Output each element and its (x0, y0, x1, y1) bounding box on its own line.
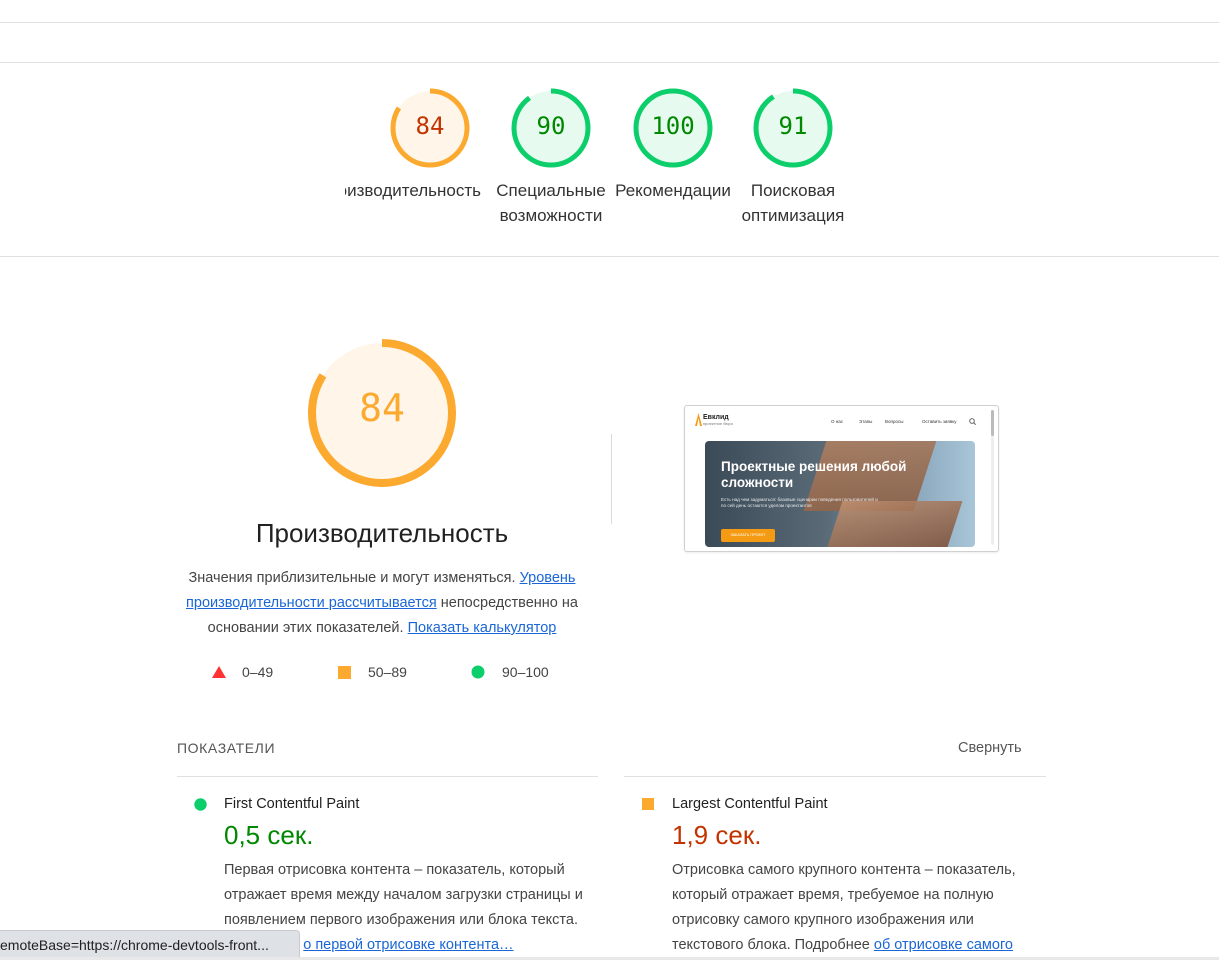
status-bar-url: emoteBase=https://chrome-devtools-front.… (0, 930, 300, 960)
metric-name-lcp: Largest Contentful Paint (672, 796, 828, 812)
metric-name-fcp: First Contentful Paint (224, 796, 360, 812)
legend-average: 50–89 (338, 664, 407, 680)
square-icon (642, 798, 654, 810)
gauge-label: Рекомендации (615, 181, 731, 200)
gauges-bottom-divider (0, 256, 1219, 257)
performance-gauge-large: 84 (305, 336, 459, 490)
gauge-score: 90 (536, 112, 566, 140)
screenshot-nav-item: Вопросы (885, 419, 904, 424)
gauge-label: Поисковая оптимизация (741, 181, 845, 225)
circle-icon (471, 665, 485, 679)
screenshot-nav-item: Оставить заявку (922, 419, 957, 424)
screenshot-hero-text: Есть над чем задуматься: базовые сценари… (721, 497, 878, 508)
category-gauge-accessibility[interactable]: 90 Специальные возможности (490, 86, 612, 225)
legend-range: 50–89 (368, 664, 407, 680)
show-calculator-link[interactable]: Показать калькулятор (408, 620, 557, 636)
gauge-score: 91 (778, 112, 808, 140)
legend-range: 0–49 (242, 664, 274, 680)
gauge-score: 84 (415, 112, 445, 140)
legend-range: 90–100 (502, 664, 549, 680)
performance-description: Значения приблизительные и могут изменят… (170, 566, 594, 641)
desc-text: Значения приблизительные и могут изменят… (188, 570, 520, 586)
screenshot-cta: ЗАКАЗАТЬ ПРОЕКТ (721, 529, 775, 542)
learn-more-lcp-link[interactable]: об отрисовке самого (874, 937, 1013, 953)
gauge-score: 100 (651, 112, 695, 140)
metrics-header: ПОКАЗАТЕЛИ (177, 740, 276, 756)
screenshot-hero-title: Проектные решения любой сложности (721, 459, 907, 490)
screenshot-scrollbar (991, 410, 994, 436)
vertical-divider (611, 434, 612, 524)
screenshot-navbar: Евклид проектное бюро О нас Этапы Вопросы… (685, 406, 998, 438)
performance-score: 84 (359, 386, 405, 430)
metric-divider (177, 776, 598, 777)
metric-divider (624, 776, 1046, 777)
compass-logo-icon (695, 413, 702, 426)
triangle-icon (212, 666, 226, 678)
metric-value-fcp: 0,5 сек. (224, 820, 314, 850)
top-divider (0, 22, 1219, 23)
screenshot-nav-item: Этапы (859, 419, 873, 424)
gauge-label: Специальные возможности (496, 181, 606, 225)
screenshot-nav-item: О нас (831, 419, 843, 424)
screenshot-hero: Проектные решения любой сложности Есть н… (705, 441, 975, 547)
metric-value-lcp: 1,9 сек. (672, 820, 762, 850)
collapse-button[interactable]: Свернуть (958, 740, 1022, 756)
performance-title: Производительность (255, 518, 509, 548)
gauges-top-divider (0, 62, 1219, 63)
screenshot-logo: Евклид проектное бюро (703, 414, 733, 426)
gauge-label: Производительность (345, 181, 481, 200)
legend-pass: 90–100 (471, 664, 549, 680)
square-icon (338, 665, 351, 679)
category-gauge-performance[interactable]: 84 Производительность (345, 86, 491, 200)
final-screenshot[interactable]: Евклид проектное бюро О нас Этапы Вопросы… (684, 405, 999, 552)
category-gauge-best-practices[interactable]: 100 Рекомендации (612, 86, 734, 200)
search-icon (969, 418, 976, 425)
circle-icon (194, 798, 207, 811)
learn-more-fcp-link[interactable]: о первой отрисовке контента… (303, 937, 513, 953)
metric-desc-lcp: Отрисовка самого крупного контента – пок… (672, 862, 1016, 953)
category-gauge-seo[interactable]: 91 Поисковая оптимизация (732, 86, 854, 225)
legend-fail: 0–49 (212, 664, 273, 680)
